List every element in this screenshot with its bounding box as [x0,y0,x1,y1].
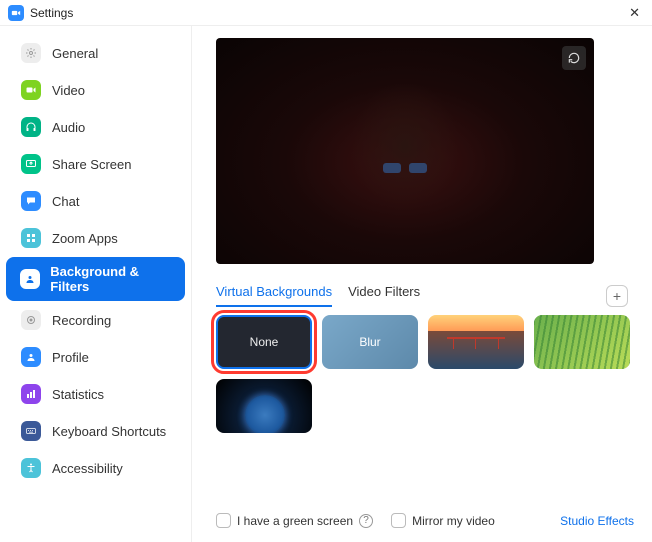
sidebar-item-label: Chat [52,194,79,209]
share-screen-icon [20,153,42,175]
sidebar-item-audio[interactable]: Audio [6,109,185,145]
sidebar-item-label: General [52,46,98,61]
mirror-video-checkbox[interactable]: Mirror my video [391,513,495,528]
footer-row: I have a green screen ? Mirror my video … [216,503,634,532]
background-option-blur[interactable]: Blur [322,315,418,369]
video-icon [20,79,42,101]
tab-virtual-backgrounds[interactable]: Virtual Backgrounds [216,284,332,307]
checkbox-label: Mirror my video [412,514,495,528]
accessibility-icon [20,457,42,479]
studio-effects-link[interactable]: Studio Effects [560,514,634,528]
sidebar-item-label: Zoom Apps [52,231,118,246]
sidebar-item-background-filters[interactable]: Background & Filters [6,257,185,301]
profile-icon [20,346,42,368]
background-options-grid: None Blur [216,315,634,433]
titlebar: Settings ✕ [0,0,652,26]
camera-preview [216,38,594,264]
settings-sidebar: General Video Audio Share Screen Chat Zo… [0,26,192,542]
sidebar-item-label: Profile [52,350,89,365]
sidebar-item-profile[interactable]: Profile [6,339,185,375]
sidebar-item-label: Share Screen [52,157,132,172]
sidebar-item-label: Statistics [52,387,104,402]
checkbox-icon [216,513,231,528]
main-panel: Virtual Backgrounds Video Filters + None… [192,26,652,542]
sidebar-item-recording[interactable]: Recording [6,302,185,338]
sidebar-item-label: Background & Filters [50,264,171,294]
add-background-button[interactable]: + [606,285,628,307]
headphones-icon [20,116,42,138]
zoom-app-icon [8,5,24,21]
gear-icon [20,42,42,64]
window-title: Settings [30,6,73,20]
sidebar-item-label: Audio [52,120,85,135]
content: General Video Audio Share Screen Chat Zo… [0,26,652,542]
background-option-none[interactable]: None [216,315,312,369]
statistics-icon [20,383,42,405]
background-option-earth[interactable] [216,379,312,433]
sidebar-item-chat[interactable]: Chat [6,183,185,219]
filter-tabs: Virtual Backgrounds Video Filters + [216,284,634,307]
sidebar-item-label: Video [52,83,85,98]
help-icon[interactable]: ? [359,514,373,528]
background-icon [20,268,40,290]
tab-video-filters[interactable]: Video Filters [348,284,420,307]
keyboard-icon [20,420,42,442]
close-button[interactable]: ✕ [625,5,644,21]
rotate-icon [567,51,581,65]
sidebar-item-accessibility[interactable]: Accessibility [6,450,185,486]
chat-icon [20,190,42,212]
sidebar-item-keyboard-shortcuts[interactable]: Keyboard Shortcuts [6,413,185,449]
sidebar-item-share-screen[interactable]: Share Screen [6,146,185,182]
background-option-golden-gate[interactable] [428,315,524,369]
green-screen-checkbox[interactable]: I have a green screen ? [216,513,373,528]
sidebar-item-statistics[interactable]: Statistics [6,376,185,412]
sidebar-item-general[interactable]: General [6,35,185,71]
record-icon [20,309,42,331]
rotate-camera-button[interactable] [562,46,586,70]
sidebar-item-label: Keyboard Shortcuts [52,424,166,439]
sidebar-item-zoom-apps[interactable]: Zoom Apps [6,220,185,256]
checkbox-label: I have a green screen [237,514,353,528]
checkbox-icon [391,513,406,528]
background-option-label: Blur [359,335,380,349]
sidebar-item-label: Accessibility [52,461,123,476]
sidebar-item-label: Recording [52,313,111,328]
sidebar-item-video[interactable]: Video [6,72,185,108]
background-option-label: None [250,335,279,349]
background-option-grass[interactable] [534,315,630,369]
apps-icon [20,227,42,249]
